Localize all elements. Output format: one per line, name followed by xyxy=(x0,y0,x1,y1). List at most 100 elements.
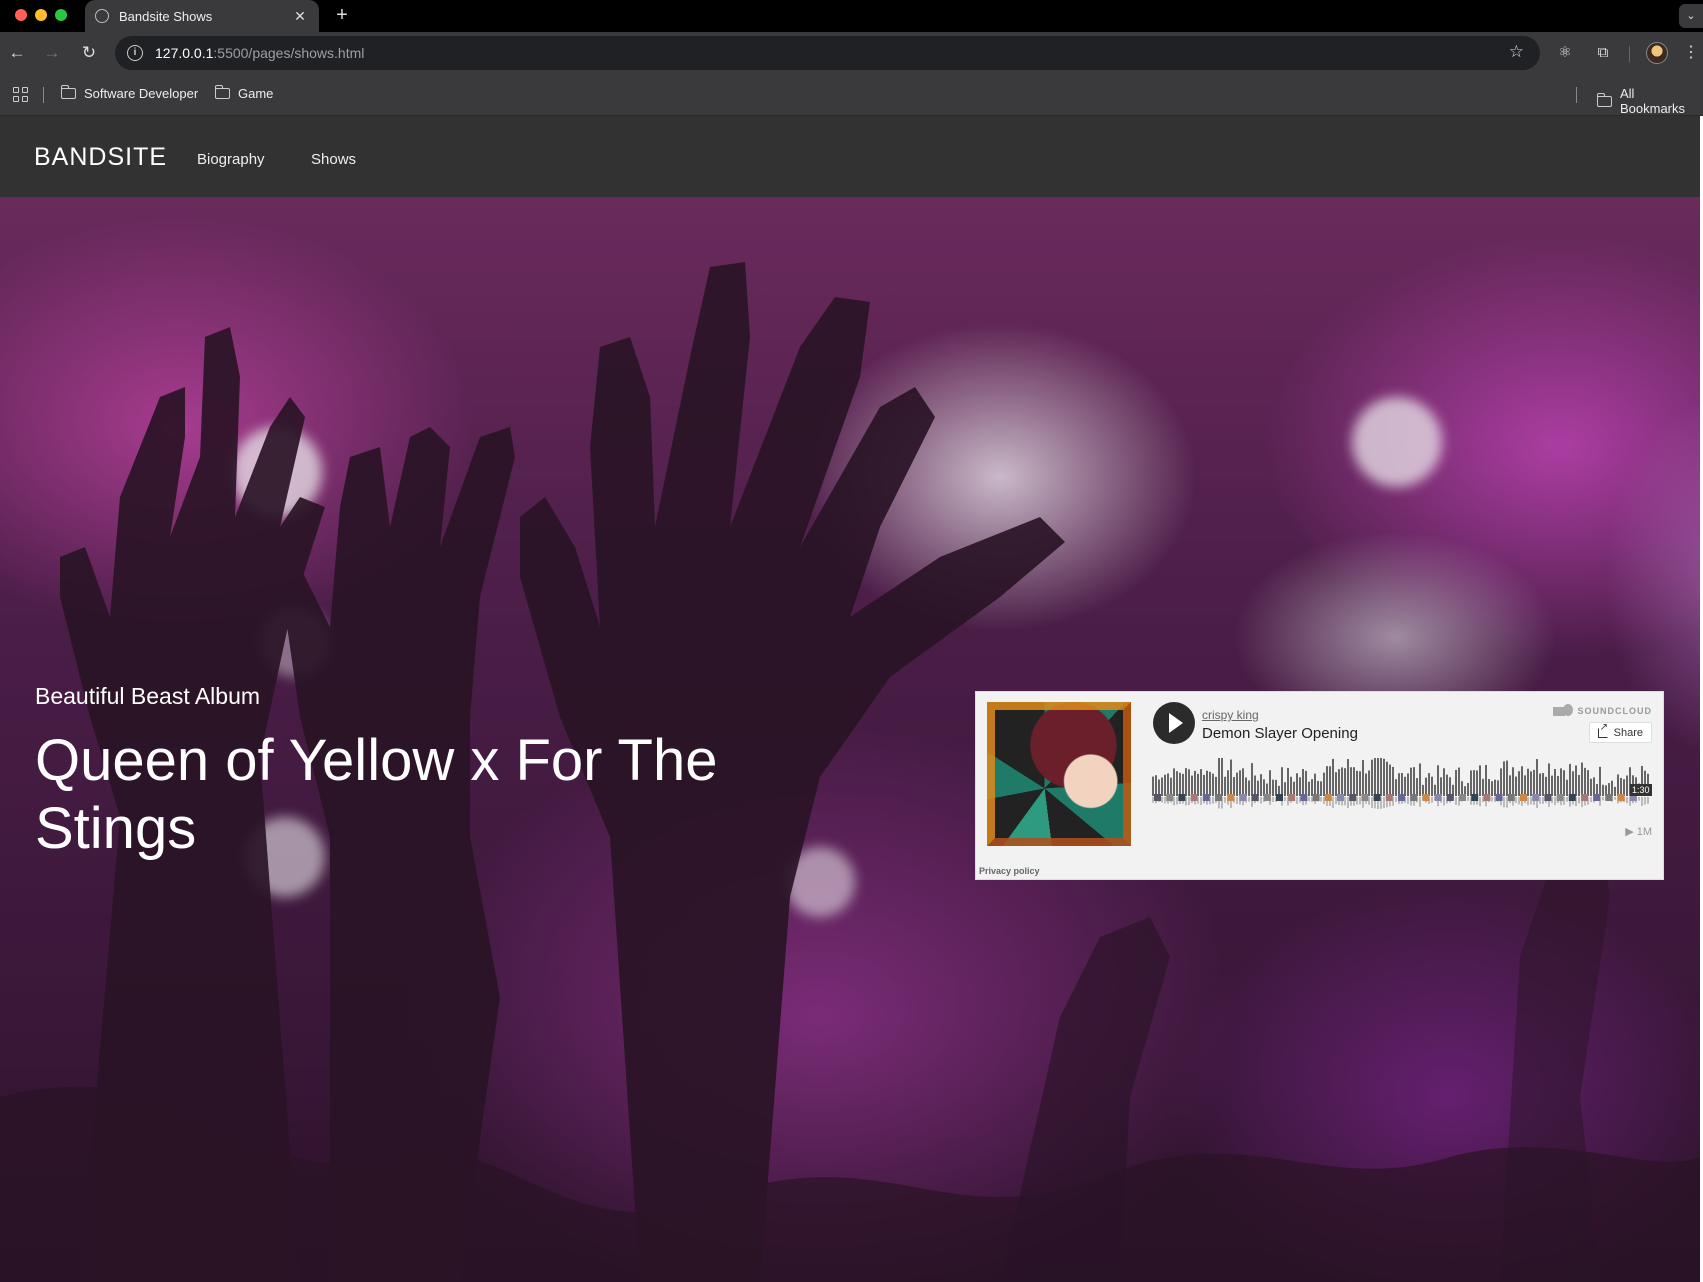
track-user-link[interactable]: crispy king xyxy=(1202,708,1259,722)
comment-avatar[interactable] xyxy=(1337,794,1344,801)
waveform-bar xyxy=(1560,768,1562,796)
track-artwork[interactable] xyxy=(987,702,1131,846)
privacy-policy-link[interactable]: Privacy policy xyxy=(979,866,1040,876)
comment-avatar[interactable] xyxy=(1312,794,1320,801)
comment-avatar[interactable] xyxy=(1617,794,1625,801)
waveform[interactable] xyxy=(1152,758,1652,810)
comment-avatar[interactable] xyxy=(1483,794,1491,801)
waveform-bar xyxy=(1215,776,1217,796)
waveform-bar xyxy=(1242,768,1244,796)
waveform-bar xyxy=(1545,776,1547,796)
comment-avatar[interactable] xyxy=(1520,794,1527,801)
waveform-bar xyxy=(1263,779,1265,796)
close-icon[interactable]: ✕ xyxy=(291,8,309,25)
track-title[interactable]: Demon Slayer Opening xyxy=(1202,725,1358,742)
comment-avatar[interactable] xyxy=(1398,794,1405,801)
soundcloud-logo[interactable]: SOUNDCLOUD xyxy=(1552,703,1653,716)
comment-avatar[interactable] xyxy=(1251,794,1259,801)
comment-avatar[interactable] xyxy=(1446,794,1454,801)
comment-avatar[interactable] xyxy=(1166,794,1174,801)
window-minimize-button[interactable] xyxy=(35,9,47,21)
waveform-bar xyxy=(1455,770,1457,796)
window-zoom-button[interactable] xyxy=(55,9,67,21)
comment-avatar[interactable] xyxy=(1556,794,1564,801)
kebab-icon[interactable]: ⋮ xyxy=(1683,42,1699,62)
new-tab-button[interactable]: + xyxy=(330,4,354,28)
waveform-bar xyxy=(1317,780,1319,796)
comment-avatar[interactable] xyxy=(1495,794,1503,801)
comment-avatar[interactable] xyxy=(1434,794,1442,801)
waveform-bar xyxy=(1350,767,1352,796)
share-button[interactable]: Share xyxy=(1588,722,1652,743)
comment-avatar[interactable] xyxy=(1471,794,1479,801)
star-icon[interactable]: ☆ xyxy=(1509,42,1524,62)
waveform-bar xyxy=(1380,758,1382,796)
folder-icon xyxy=(214,85,230,99)
comment-avatar[interactable] xyxy=(1422,794,1430,801)
comment-avatar[interactable] xyxy=(1532,794,1540,801)
comment-avatar[interactable] xyxy=(1581,794,1588,801)
comment-avatar[interactable] xyxy=(1178,794,1186,801)
waveform-bar xyxy=(1269,770,1271,796)
waveform-bar xyxy=(1548,763,1550,796)
comment-avatar[interactable] xyxy=(1324,794,1332,801)
extension-icon[interactable]: ⚛ xyxy=(1554,42,1576,64)
waveform-bar xyxy=(1332,758,1334,796)
comment-avatar[interactable] xyxy=(1605,794,1613,801)
comment-avatar[interactable] xyxy=(1227,794,1235,801)
back-icon[interactable]: ← xyxy=(4,40,30,66)
comment-avatar[interactable] xyxy=(1154,794,1161,801)
waveform-bar xyxy=(1386,761,1388,796)
waveform-bar xyxy=(1497,780,1499,796)
comment-avatar[interactable] xyxy=(1385,794,1393,801)
comment-avatar[interactable] xyxy=(1459,794,1466,801)
comment-avatar[interactable] xyxy=(1263,794,1271,801)
waveform-bar-reflection xyxy=(1527,797,1529,806)
waveform-bar xyxy=(1203,774,1205,796)
comment-avatar[interactable] xyxy=(1300,794,1308,801)
reload-icon[interactable]: ↻ xyxy=(76,40,102,66)
forward-icon[interactable]: → xyxy=(39,40,65,66)
nav-link-shows[interactable]: Shows xyxy=(311,151,356,168)
bookmark-software-developer[interactable]: Software Developer xyxy=(60,85,198,101)
nav-link-biography[interactable]: Biography xyxy=(197,151,265,168)
comment-avatar[interactable] xyxy=(1507,794,1515,801)
comment-avatar[interactable] xyxy=(1544,794,1552,801)
waveform-bar-reflection xyxy=(1308,797,1310,802)
comment-avatar[interactable] xyxy=(1410,794,1418,801)
waveform-bar xyxy=(1395,779,1397,796)
comment-avatar[interactable] xyxy=(1276,794,1283,801)
comment-avatar[interactable] xyxy=(1568,794,1576,801)
comment-avatar[interactable] xyxy=(1361,794,1369,801)
comment-avatar[interactable] xyxy=(1288,794,1296,801)
comment-avatar[interactable] xyxy=(1239,794,1247,801)
soundcloud-brand-text: SOUNDCLOUD xyxy=(1577,706,1652,716)
waveform-bar xyxy=(1575,765,1577,796)
all-bookmarks[interactable]: All Bookmarks xyxy=(1596,86,1703,116)
puzzle-icon[interactable]: ⧉ xyxy=(1592,42,1614,64)
waveform-bar xyxy=(1431,776,1433,796)
play-icon[interactable] xyxy=(1153,702,1195,744)
comment-avatar[interactable] xyxy=(1215,794,1222,801)
info-icon[interactable]: i xyxy=(127,45,143,61)
comment-avatar[interactable] xyxy=(1373,794,1381,801)
waveform-bar-reflection xyxy=(1479,797,1481,807)
comment-avatar[interactable] xyxy=(1202,794,1210,801)
apps-icon[interactable] xyxy=(13,87,28,102)
profile-avatar[interactable] xyxy=(1646,42,1668,64)
url-text[interactable]: 127.0.0.1:5500/pages/shows.html xyxy=(155,45,364,61)
site-logo[interactable]: BANDSITE xyxy=(34,143,167,172)
tab-search-button[interactable]: ⌄ xyxy=(1679,4,1703,28)
comment-avatar[interactable] xyxy=(1349,794,1357,801)
waveform-bar xyxy=(1437,765,1439,796)
waveform-bar xyxy=(1191,775,1193,796)
waveform-bar xyxy=(1257,780,1259,796)
waveform-bar-reflection xyxy=(1212,797,1214,804)
waveform-bar xyxy=(1563,770,1565,796)
comment-avatar[interactable] xyxy=(1190,794,1198,801)
browser-tab-active[interactable]: Bandsite Shows ✕ xyxy=(85,0,319,32)
window-close-button[interactable] xyxy=(15,9,27,21)
comment-avatar[interactable] xyxy=(1593,794,1601,801)
bookmark-game[interactable]: Game xyxy=(214,85,273,101)
address-bar[interactable]: i 127.0.0.1:5500/pages/shows.html ☆ xyxy=(115,36,1540,70)
